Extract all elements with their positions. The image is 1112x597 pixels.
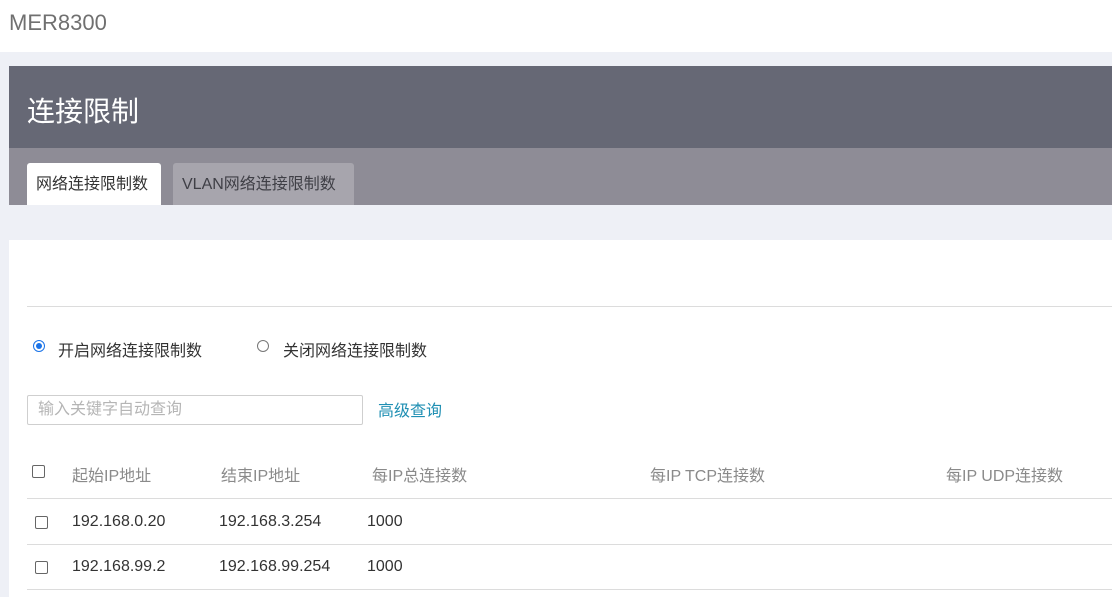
header-divider <box>27 498 1112 499</box>
column-header-total-connections: 每IP总连接数 <box>372 468 468 485</box>
row-total-connections: 1000 <box>367 558 403 575</box>
column-header-end-ip: 结束IP地址 <box>221 468 301 485</box>
disable-limit-radio[interactable] <box>257 340 269 352</box>
panel-title: 连接限制 <box>27 96 140 127</box>
divider <box>27 306 1112 307</box>
disable-limit-label[interactable]: 关闭网络连接限制数 <box>283 337 427 361</box>
advanced-search-link[interactable]: 高级查询 <box>378 397 442 421</box>
column-header-start-ip: 起始IP地址 <box>72 468 152 485</box>
enable-limit-label[interactable]: 开启网络连接限制数 <box>58 337 202 361</box>
row-divider <box>27 589 1112 590</box>
content-panel: 开启网络连接限制数 关闭网络连接限制数 高级查询 起始IP地址 结束IP地址 每… <box>9 240 1112 597</box>
tab-vlan-connection-limit[interactable]: VLAN网络连接限制数 <box>173 163 354 205</box>
top-bar: MER8300 <box>0 0 1112 52</box>
tab-network-connection-limit[interactable]: 网络连接限制数 <box>27 163 161 205</box>
row-end-ip: 192.168.99.254 <box>219 558 331 575</box>
row-start-ip: 192.168.0.20 <box>72 513 166 530</box>
row-checkbox[interactable] <box>35 516 48 529</box>
column-header-tcp-connections: 每IP TCP连接数 <box>650 468 765 485</box>
row-end-ip: 192.168.3.254 <box>219 513 322 530</box>
column-header-udp-connections: 每IP UDP连接数 <box>946 468 1064 485</box>
tab-bar: 网络连接限制数 VLAN网络连接限制数 <box>9 148 1112 205</box>
panel-header: 连接限制 <box>9 66 1112 148</box>
row-checkbox[interactable] <box>35 561 48 574</box>
select-all-checkbox[interactable] <box>32 465 45 478</box>
search-input[interactable] <box>27 395 363 425</box>
row-divider <box>27 544 1112 545</box>
row-total-connections: 1000 <box>367 513 403 530</box>
row-start-ip: 192.168.99.2 <box>72 558 166 575</box>
enable-limit-radio[interactable] <box>33 340 45 352</box>
app-title: MER8300 <box>9 10 107 35</box>
